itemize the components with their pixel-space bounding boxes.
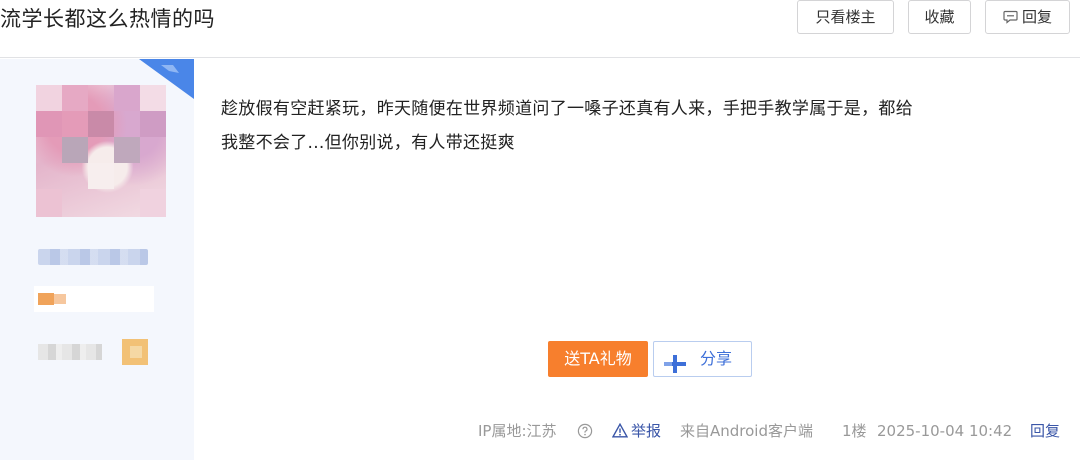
thread-title: 流学长都这么热情的吗 [0,7,215,31]
level-badge-blurred [34,286,154,312]
reply-button-label: 回复 [1021,8,1052,26]
thread-header: 流学长都这么热情的吗 只看楼主 收藏 回复 [0,0,1080,58]
post-content: 趁放假有空赶紧玩，昨天随便在世界频道问了一嗓子还真有人来，手把手教学属于是，都给… [221,92,1051,160]
client-source: 来自Android客户端 [680,422,813,440]
favorite-button[interactable]: 收藏 [908,0,971,34]
send-gift-button[interactable]: 送TA礼物 [548,341,648,377]
report-label: 举报 [631,422,662,440]
ip-location: IP属地:江苏 [478,422,557,440]
honor-badge-blurred [34,336,164,368]
floor-number: 1楼 [842,422,867,440]
question-circle-icon[interactable] [577,423,593,443]
username-blurred[interactable] [38,249,148,265]
avatar[interactable] [36,85,166,217]
only-author-button[interactable]: 只看楼主 [797,0,894,34]
report-link[interactable]: 举报 [611,420,662,444]
reply-button[interactable]: 回复 [985,0,1070,34]
share-button[interactable]: 分享 [653,341,752,377]
post-time: 2025-10-04 10:42 [877,422,1013,440]
comment-icon [1003,3,1018,35]
post-content-line-2: 我整不会了...但你别说，有人带还挺爽 [221,133,515,153]
share-button-label: 分享 [700,349,733,368]
plus-cross-icon [664,351,686,385]
post-content-line-1: 趁放假有空赶紧玩，昨天随便在世界频道问了一嗓子还真有人来，手把手教学属于是，都给 [221,99,913,119]
warning-triangle-icon [611,422,629,444]
reply-link[interactable]: 回复 [1030,420,1060,442]
